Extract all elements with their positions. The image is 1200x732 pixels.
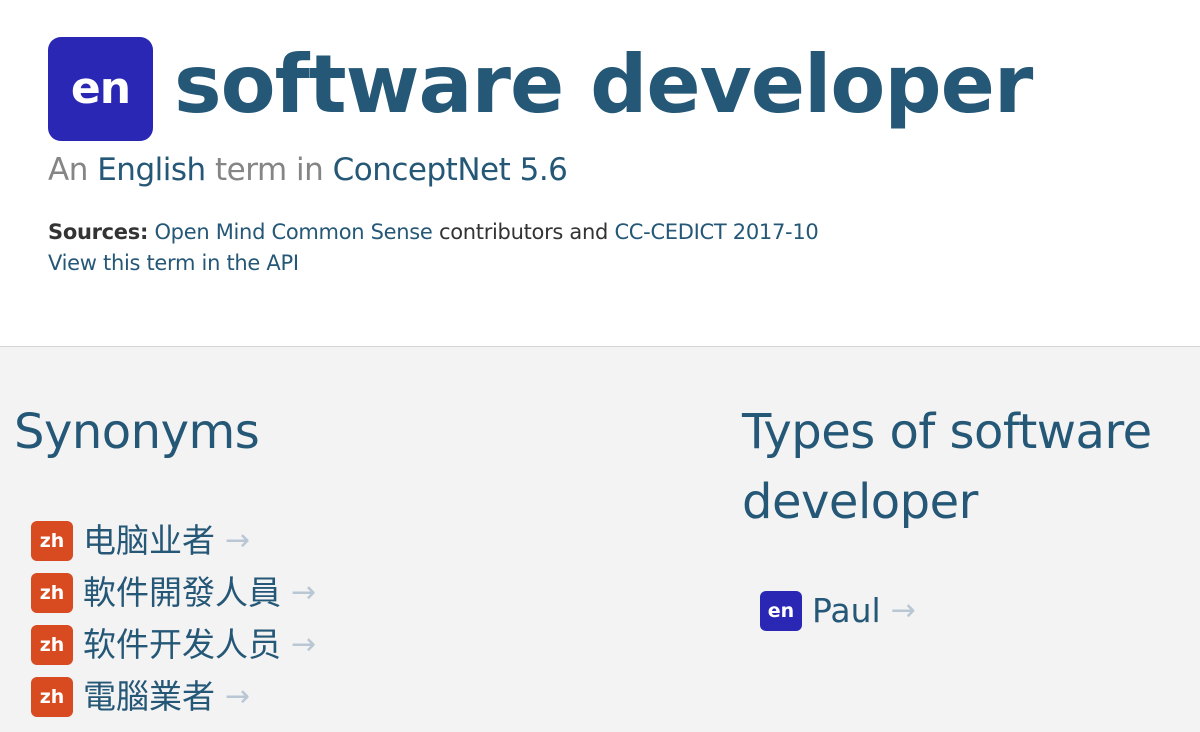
language-badge-zh[interactable]: zh xyxy=(31,625,73,665)
api-link[interactable]: View this term in the API xyxy=(48,247,299,279)
list-item: zh 软件开发人员 → xyxy=(31,619,316,671)
types-list: en Paul → xyxy=(760,585,916,637)
synonym-link[interactable]: 電腦業者 xyxy=(83,671,215,723)
synonym-link[interactable]: 软件开发人员 xyxy=(83,619,281,671)
language-badge-en[interactable]: en xyxy=(48,37,153,141)
conceptnet-term-page: en software developer An English term in… xyxy=(0,0,1200,732)
synonym-link[interactable]: 电脑业者 xyxy=(83,515,215,567)
conceptnet-link[interactable]: ConceptNet 5.6 xyxy=(333,152,568,188)
arrow-right-icon[interactable]: → xyxy=(291,619,316,671)
sources-label: Sources: xyxy=(48,220,149,244)
synonyms-list: zh 电脑业者 → zh 軟件開發人員 → zh 软件开发人员 → zh 電腦業… xyxy=(31,515,316,723)
list-item: zh 軟件開發人員 → xyxy=(31,567,316,619)
list-item: en Paul → xyxy=(760,585,916,637)
sources-line: Sources: Open Mind Common Sense contribu… xyxy=(48,216,819,248)
arrow-right-icon[interactable]: → xyxy=(225,671,250,723)
language-link[interactable]: English xyxy=(97,152,206,188)
language-badge-en[interactable]: en xyxy=(760,591,802,631)
page-title: software developer xyxy=(174,38,1033,131)
types-heading: Types of software developer xyxy=(742,404,1152,530)
subtitle-prefix: An xyxy=(48,152,88,188)
language-badge-zh[interactable]: zh xyxy=(31,573,73,613)
term-subtitle: An English term in ConceptNet 5.6 xyxy=(48,150,568,190)
arrow-right-icon[interactable]: → xyxy=(291,567,316,619)
subtitle-middle: term in xyxy=(215,152,324,188)
sources-text: contributors and xyxy=(438,220,609,244)
term-header: en software developer An English term in… xyxy=(0,0,1200,346)
language-badge-zh[interactable]: zh xyxy=(31,677,73,717)
list-item: zh 電腦業者 → xyxy=(31,671,316,723)
arrow-right-icon[interactable]: → xyxy=(891,585,916,637)
list-item: zh 电脑业者 → xyxy=(31,515,316,567)
edges-panel: Synonyms Types of software developer zh … xyxy=(0,347,1200,732)
source-link-cedict[interactable]: CC-CEDICT 2017-10 xyxy=(614,220,818,244)
arrow-right-icon[interactable]: → xyxy=(225,515,250,567)
language-badge-zh[interactable]: zh xyxy=(31,521,73,561)
source-link-omcs[interactable]: Open Mind Common Sense xyxy=(154,220,432,244)
synonym-link[interactable]: 軟件開發人員 xyxy=(83,567,281,619)
synonyms-heading: Synonyms xyxy=(14,404,260,460)
type-link[interactable]: Paul xyxy=(812,585,881,637)
